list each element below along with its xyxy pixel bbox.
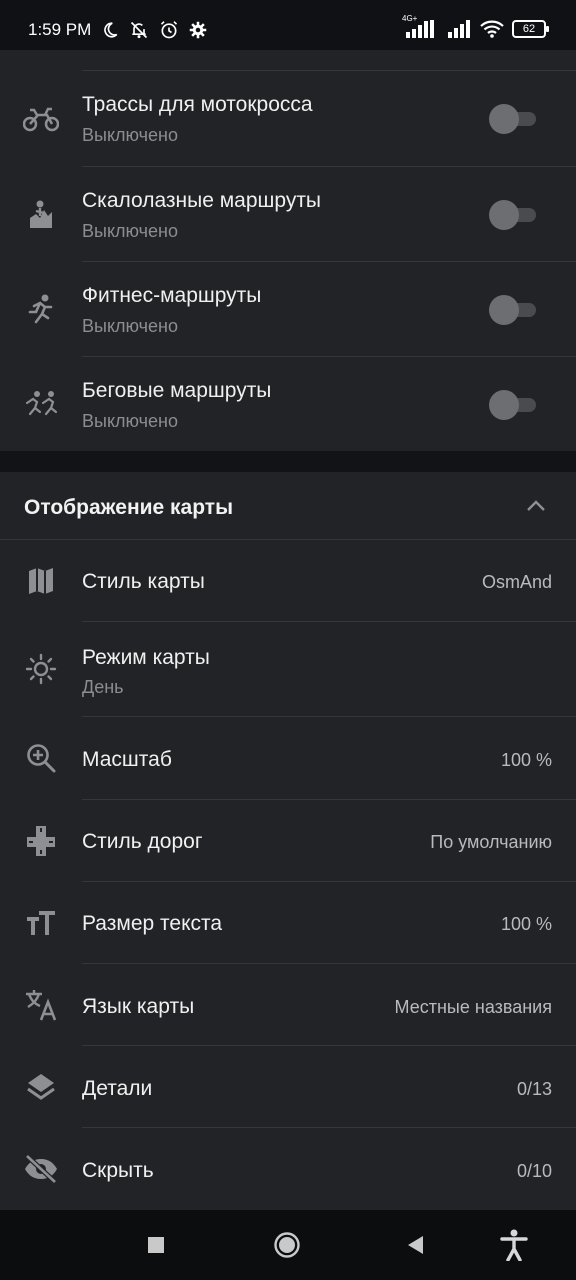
cellular-signal-icon: [446, 20, 472, 38]
chevron-up-icon[interactable]: [526, 499, 546, 518]
back-triangle-icon[interactable]: [400, 1230, 430, 1260]
fitness-runner-icon: [22, 290, 60, 328]
route-state: Выключено: [82, 221, 178, 241]
map-icon: [22, 562, 60, 600]
alarm-icon: [159, 20, 179, 40]
setting-value: День: [82, 677, 124, 697]
route-item-climbing[interactable]: Скалолазные маршруты Выключено: [0, 167, 576, 262]
cellular-4g-icon: 4G+: [402, 14, 438, 38]
battery-icon: 62: [512, 20, 549, 38]
setting-value: По умолчанию: [430, 832, 552, 852]
setting-label: Стиль карты: [82, 570, 205, 593]
setting-label: Стиль дорог: [82, 830, 203, 853]
fitness-toggle[interactable]: [489, 295, 536, 325]
setting-value: OsmAnd: [481, 572, 552, 592]
route-state: Выключено: [82, 125, 178, 145]
navigation-bar: [0, 1210, 576, 1280]
network-type: 4G+: [402, 14, 418, 23]
setting-details[interactable]: Детали 0/13: [0, 1046, 576, 1128]
home-circle-icon[interactable]: [272, 1230, 302, 1260]
setting-value: Местные названия: [394, 997, 552, 1017]
clock: 1:59 PM: [28, 20, 92, 39]
route-title: Трассы для мотокросса: [82, 93, 313, 116]
section-separator: [0, 451, 576, 472]
route-title: Беговые маршруты: [82, 379, 272, 402]
setting-label: Режим карты: [82, 646, 210, 669]
running-group-icon: [22, 385, 60, 423]
setting-text-size[interactable]: Размер текста 100 %: [0, 882, 576, 963]
climbing-icon: [22, 195, 60, 233]
motocross-icon: [22, 99, 60, 137]
setting-map-mode[interactable]: Режим карты День: [0, 622, 576, 717]
setting-value: 100 %: [500, 914, 552, 934]
text-size-icon: [22, 904, 60, 942]
setting-label: Скрыть: [82, 1159, 154, 1182]
route-title: Скалолазные маршруты: [82, 189, 322, 212]
route-item-fitness[interactable]: Фитнес-маршруты Выключено: [0, 262, 576, 357]
status-bar: 1:59 PM 4G+ 62: [0, 0, 576, 50]
settings-gear-icon: [189, 21, 207, 39]
zoom-in-icon: [22, 739, 60, 777]
road-icon: [22, 822, 60, 860]
setting-label: Язык карты: [82, 995, 195, 1018]
setting-value: 0/13: [516, 1079, 552, 1099]
route-item-running[interactable]: Беговые маршруты Выключено: [0, 357, 576, 451]
motocross-toggle[interactable]: [489, 104, 536, 134]
setting-hide[interactable]: Скрыть 0/10: [0, 1128, 576, 1210]
setting-label: Масштаб: [82, 748, 172, 771]
layers-icon: [22, 1068, 60, 1106]
setting-map-language[interactable]: Язык карты Местные названия: [0, 964, 576, 1046]
running-toggle[interactable]: [489, 390, 536, 420]
map-display-header[interactable]: Отображение карты: [0, 472, 576, 540]
wifi-icon: [480, 20, 504, 38]
climbing-toggle[interactable]: [489, 200, 536, 230]
route-state: Выключено: [82, 316, 178, 336]
translate-icon: [22, 986, 60, 1024]
setting-scale[interactable]: Масштаб 100 %: [0, 717, 576, 799]
setting-label: Детали: [82, 1077, 153, 1100]
setting-value: 100 %: [500, 750, 552, 770]
setting-map-style[interactable]: Стиль карты OsmAnd: [0, 540, 576, 621]
recents-square-icon[interactable]: [141, 1230, 171, 1260]
moon-icon: [101, 21, 119, 39]
setting-value: 0/10: [516, 1161, 552, 1181]
section-title: Отображение карты: [24, 496, 234, 519]
route-title: Фитнес-маршруты: [82, 284, 262, 307]
notifications-off-icon: [129, 20, 149, 40]
eye-off-icon: [22, 1150, 60, 1188]
setting-road-style[interactable]: Стиль дорог По умолчанию: [0, 800, 576, 881]
route-item-motocross[interactable]: Трассы для мотокросса Выключено: [0, 71, 576, 166]
accessibility-icon[interactable]: [499, 1229, 529, 1261]
route-state: Выключено: [82, 411, 178, 431]
setting-label: Размер текста: [82, 912, 223, 935]
battery-level: 62: [522, 23, 536, 35]
sun-icon: [22, 650, 60, 688]
